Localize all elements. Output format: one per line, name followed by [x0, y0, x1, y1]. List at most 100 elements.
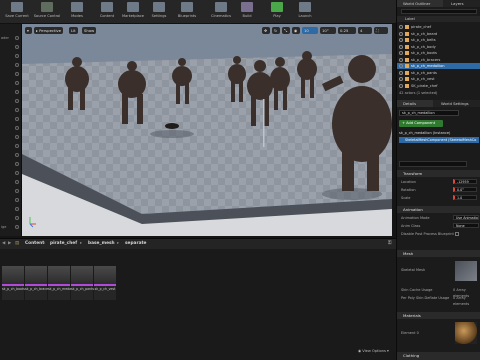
visibility-eye-icon[interactable] — [399, 77, 403, 81]
modes-property-row[interactable] — [0, 169, 22, 177]
world-space-icon[interactable]: ◉ — [292, 27, 300, 34]
history-forward-icon[interactable]: ▶ — [8, 241, 11, 246]
lit-button[interactable]: Lit — [69, 27, 78, 34]
viewport-menu-button[interactable]: ▾ — [25, 27, 32, 34]
reset-icon[interactable] — [15, 171, 19, 175]
reset-icon[interactable] — [15, 180, 19, 184]
view-options-button[interactable]: ◉ View Options ▾ — [358, 349, 389, 353]
anim-class-select[interactable]: None — [453, 223, 479, 228]
reset-icon[interactable] — [15, 207, 19, 211]
lock-icon[interactable]: ⚿ — [388, 241, 391, 246]
outliner-row[interactable]: sk_p_ch_medallion — [397, 63, 480, 69]
visibility-eye-icon[interactable] — [399, 51, 403, 55]
modes-property-row[interactable]: ige — [0, 223, 22, 231]
launch-button[interactable]: Launch — [290, 1, 320, 23]
modes-property-row[interactable] — [0, 142, 22, 150]
visibility-eye-icon[interactable] — [399, 57, 403, 62]
modes-property-row[interactable] — [0, 196, 22, 204]
asset-tile[interactable]: sk_p_ch_pants — [71, 266, 94, 300]
visibility-eye-icon[interactable] — [399, 64, 403, 68]
visibility-eye-icon[interactable] — [399, 44, 403, 49]
reset-icon[interactable] — [15, 225, 19, 229]
breadcrumb-pirate-chef[interactable]: pirate_chef — [50, 241, 77, 246]
play-button[interactable]: Play — [262, 1, 292, 23]
modes-property-row[interactable] — [0, 97, 22, 105]
outliner-row[interactable]: sk_p_ch_pants — [397, 70, 480, 76]
component-root[interactable]: sk_p_ch_medallion (Instance) — [399, 130, 479, 136]
skeletal-mesh-thumbnail[interactable] — [455, 261, 477, 281]
reset-icon[interactable] — [15, 162, 19, 166]
outliner-row[interactable]: sk_p_ch_bracers — [397, 57, 480, 63]
reset-icon[interactable] — [15, 144, 19, 148]
modes-property-row[interactable] — [0, 61, 22, 69]
details-search-input[interactable] — [399, 161, 467, 167]
modes-property-row[interactable]: ader — [0, 34, 22, 42]
reset-icon[interactable] — [15, 99, 19, 103]
modes-property-row[interactable] — [0, 43, 22, 51]
modes-property-row[interactable] — [0, 79, 22, 87]
component-skeletal-mesh[interactable]: SkeletalMeshComponent (SkeletalMeshCo — [399, 137, 479, 143]
reset-icon[interactable] — [15, 72, 19, 76]
modes-property-row[interactable] — [0, 205, 22, 213]
modes-property-row[interactable] — [0, 133, 22, 141]
modes-property-row[interactable] — [0, 214, 22, 222]
modes-button[interactable]: Modes — [62, 1, 92, 23]
modes-property-row[interactable] — [0, 52, 22, 60]
level-viewport[interactable]: ▾ ▸ Perspective Lit Show ✥ ↻ ⤡ ◉ 10 10° … — [22, 24, 392, 236]
visibility-eye-icon[interactable] — [399, 38, 403, 42]
reset-icon[interactable] — [15, 117, 19, 121]
build-button[interactable]: Build — [232, 1, 262, 23]
reset-icon[interactable] — [15, 36, 19, 40]
asset-tile[interactable]: sk_p_ch_medallion — [48, 266, 78, 300]
modes-property-row[interactable] — [0, 88, 22, 96]
tab-layers[interactable]: Layers — [445, 0, 475, 7]
rotation-x-field[interactable]: 0.0° — [453, 187, 477, 192]
reset-icon[interactable] — [15, 153, 19, 157]
section-mesh[interactable]: Mesh — [397, 250, 480, 257]
modes-property-row[interactable] — [0, 124, 22, 132]
scale-x-field[interactable]: 1.0 — [453, 195, 477, 200]
rotate-tool-icon[interactable]: ↻ — [272, 27, 280, 34]
tab-world-outliner[interactable]: World Outliner — [397, 0, 443, 7]
location-x-field[interactable]: -12959 — [453, 179, 477, 184]
section-animation[interactable]: Animation — [397, 206, 480, 213]
reset-icon[interactable] — [15, 90, 19, 94]
outliner-row[interactable]: sk_p_ch_boots — [397, 50, 480, 56]
reset-icon[interactable] — [15, 126, 19, 130]
grid-snap-value[interactable]: 10 — [302, 27, 318, 34]
modes-property-row[interactable] — [0, 70, 22, 78]
reset-icon[interactable] — [15, 135, 19, 139]
reset-icon[interactable] — [15, 108, 19, 112]
asset-tile[interactable]: sk_p_ch_vest — [94, 266, 116, 300]
section-transform[interactable]: Transform — [397, 170, 480, 177]
section-materials[interactable]: Materials — [397, 312, 480, 319]
visibility-eye-icon[interactable] — [399, 70, 403, 75]
reset-icon[interactable] — [15, 54, 19, 58]
save-button[interactable]: Save Current — [2, 1, 32, 23]
tab-world-settings[interactable]: World Settings — [435, 100, 479, 107]
maximize-viewport-icon[interactable]: ⛶ — [374, 27, 388, 34]
add-component-button[interactable]: + Add Component — [399, 120, 443, 127]
reset-icon[interactable] — [15, 63, 19, 67]
tab-details[interactable]: Details — [397, 100, 433, 107]
outliner-row[interactable]: sk_p_ch_vest — [397, 76, 480, 82]
outliner-row[interactable]: SK_pirate_chef — [397, 83, 480, 89]
camera-speed-value[interactable]: 4 — [358, 27, 372, 34]
actor-name-field[interactable]: sk_p_ch_medallion — [399, 110, 459, 116]
modes-property-row[interactable] — [0, 160, 22, 168]
outliner-column-header[interactable]: Label — [397, 16, 480, 22]
reset-icon[interactable] — [15, 189, 19, 193]
asset-tile[interactable]: sk_p_ch_boots — [2, 266, 25, 300]
material-thumbnail[interactable] — [455, 322, 477, 344]
asset-tile[interactable]: sk_p_ch_bracers — [25, 266, 51, 300]
history-back-icon[interactable]: ◀ — [2, 241, 5, 246]
outliner-row[interactable]: sk_p_ch_body — [397, 44, 480, 50]
modes-property-row[interactable] — [0, 115, 22, 123]
visibility-eye-icon[interactable] — [399, 83, 403, 88]
breadcrumb-base-mesh[interactable]: base_mesh — [88, 241, 115, 246]
scale-tool-icon[interactable]: ⤡ — [282, 27, 290, 34]
reset-icon[interactable] — [15, 198, 19, 202]
disable-post-checkbox[interactable] — [455, 232, 459, 236]
breadcrumb-content[interactable]: Content — [25, 241, 44, 246]
outliner-search-input[interactable] — [401, 9, 477, 14]
